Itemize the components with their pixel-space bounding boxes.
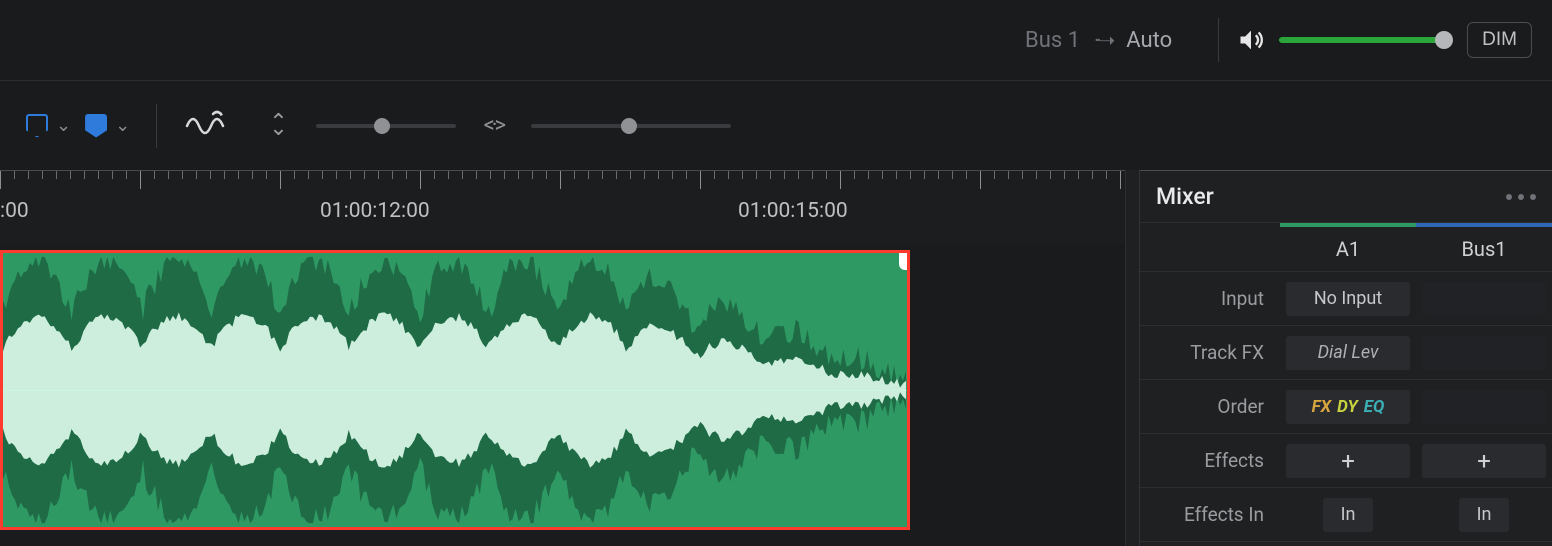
divider [1218,18,1219,62]
timecode-label: 01:00:15:00 [738,199,848,223]
timecode-label: :00 [0,199,29,223]
row-label-effectsin: Effects In [1140,488,1280,542]
flag-filled-icon[interactable] [85,114,107,138]
effects-add-a1-button[interactable]: + [1286,444,1410,478]
timeline-toolbar: ⌄ ⌄ ⌃⌄ <·> [0,80,1552,170]
speaker-icon[interactable] [1237,26,1265,54]
slider-thumb-icon[interactable] [1435,31,1453,49]
trackfx-bus1-button[interactable] [1422,336,1546,370]
vertical-resize-icon[interactable]: ⌃⌄ [269,118,287,134]
slider-thumb-icon[interactable] [374,118,390,134]
effectsin-a1-button[interactable]: In [1323,498,1373,532]
monitor-volume-slider[interactable] [1279,37,1449,43]
mixer-options-icon[interactable] [1506,194,1536,200]
zero-crossing-line [3,390,907,391]
slider-thumb-icon[interactable] [621,118,637,134]
row-label-trackfx: Track FX [1140,326,1280,380]
chevron-down-icon[interactable]: ⌄ [115,115,130,136]
chevron-down-icon[interactable]: ⌄ [56,115,71,136]
divider [156,104,157,148]
row-label-effects: Effects [1140,434,1280,488]
audio-clip-selected[interactable] [0,250,910,530]
scrollbar-gutter[interactable] [1125,170,1139,546]
timecode-label: 01:00:12:00 [320,199,430,223]
route-arrow-icon: ··➝ [1094,28,1112,52]
effects-add-bus1-button[interactable]: + [1422,444,1546,478]
dim-button[interactable]: DIM [1467,22,1532,58]
mixer-title: Mixer [1156,183,1214,210]
order-a1-button[interactable]: FXDYEQ [1286,390,1410,424]
vertical-zoom-slider[interactable] [316,124,456,128]
flag-group-filled[interactable]: ⌄ [85,114,130,138]
input-a1-button[interactable]: No Input [1286,282,1410,316]
horizontal-resize-icon[interactable]: <·> [484,113,503,138]
transient-icon[interactable] [183,108,231,144]
effectsin-bus1-button[interactable]: In [1459,498,1509,532]
top-bar: Bus 1 ··➝ Auto DIM [0,0,1552,80]
horizontal-zoom-slider[interactable] [531,124,731,128]
timeline[interactable]: // ticks generated after data load below… [0,170,1125,546]
order-bus1-button[interactable] [1422,390,1546,424]
mixer-panel: Mixer A1 Bus1 Input No Input Track FX Di… [1139,170,1552,546]
channel-name-bus1[interactable]: Bus1 [1416,227,1552,272]
input-bus1-button[interactable] [1422,282,1546,316]
flag-group-outline[interactable]: ⌄ [26,114,71,138]
flag-outline-icon[interactable] [26,114,48,138]
automation-mode-label[interactable]: Auto [1126,28,1172,53]
bus-output-label[interactable]: Bus 1 [1025,28,1080,53]
channel-name-a1[interactable]: A1 [1280,227,1416,272]
clip-out-handle-icon[interactable] [899,250,910,270]
timeline-ruler[interactable]: // ticks generated after data load below… [0,170,1125,244]
row-label-order: Order [1140,380,1280,434]
trackfx-a1-button[interactable]: Dial Lev [1286,336,1410,370]
row-label-input: Input [1140,272,1280,326]
